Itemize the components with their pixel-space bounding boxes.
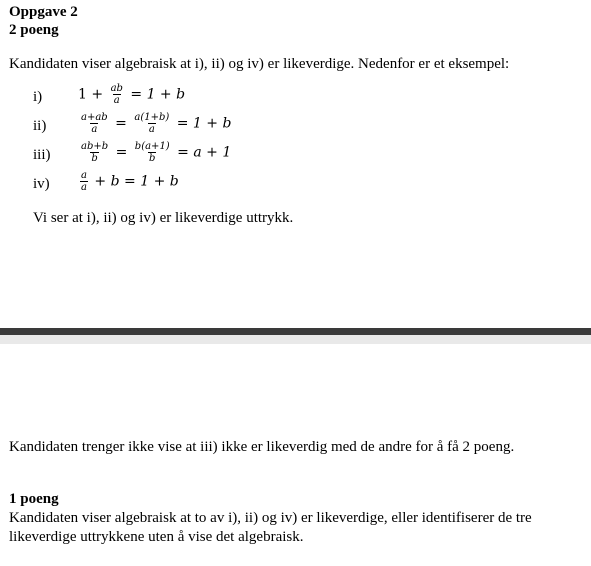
- note-text: Kandidaten trenger ikke vise at iii) ikk…: [9, 439, 515, 455]
- expression-iii: ab+b b = b(a+1) b = a + 1: [81, 141, 232, 164]
- fraction: ab a: [110, 83, 123, 106]
- expression-i: 1 + ab a = 1 + b: [78, 83, 186, 106]
- one-point-title: 1 poeng: [9, 491, 59, 507]
- expression-iv: a a + b = 1 + b: [80, 170, 179, 193]
- row-label-ii: ii): [33, 118, 47, 134]
- page-divider: [0, 328, 591, 344]
- row-label-iii: iii): [33, 147, 51, 163]
- task-title: Oppgave 2: [9, 4, 78, 20]
- task-points: 2 poeng: [9, 22, 59, 38]
- one-point-text: Kandidaten viser algebraisk at to av i),…: [9, 510, 532, 545]
- row-label-iv: iv): [33, 176, 50, 192]
- example-conclusion: Vi ser at i), ii) og iv) er likeverdige …: [33, 210, 294, 226]
- expression-ii: a+ab a = a(1+b) a = 1 + b: [81, 112, 232, 135]
- task-intro: Kandidaten viser algebraisk at i), ii) o…: [9, 56, 510, 72]
- row-label-i: i): [33, 89, 43, 105]
